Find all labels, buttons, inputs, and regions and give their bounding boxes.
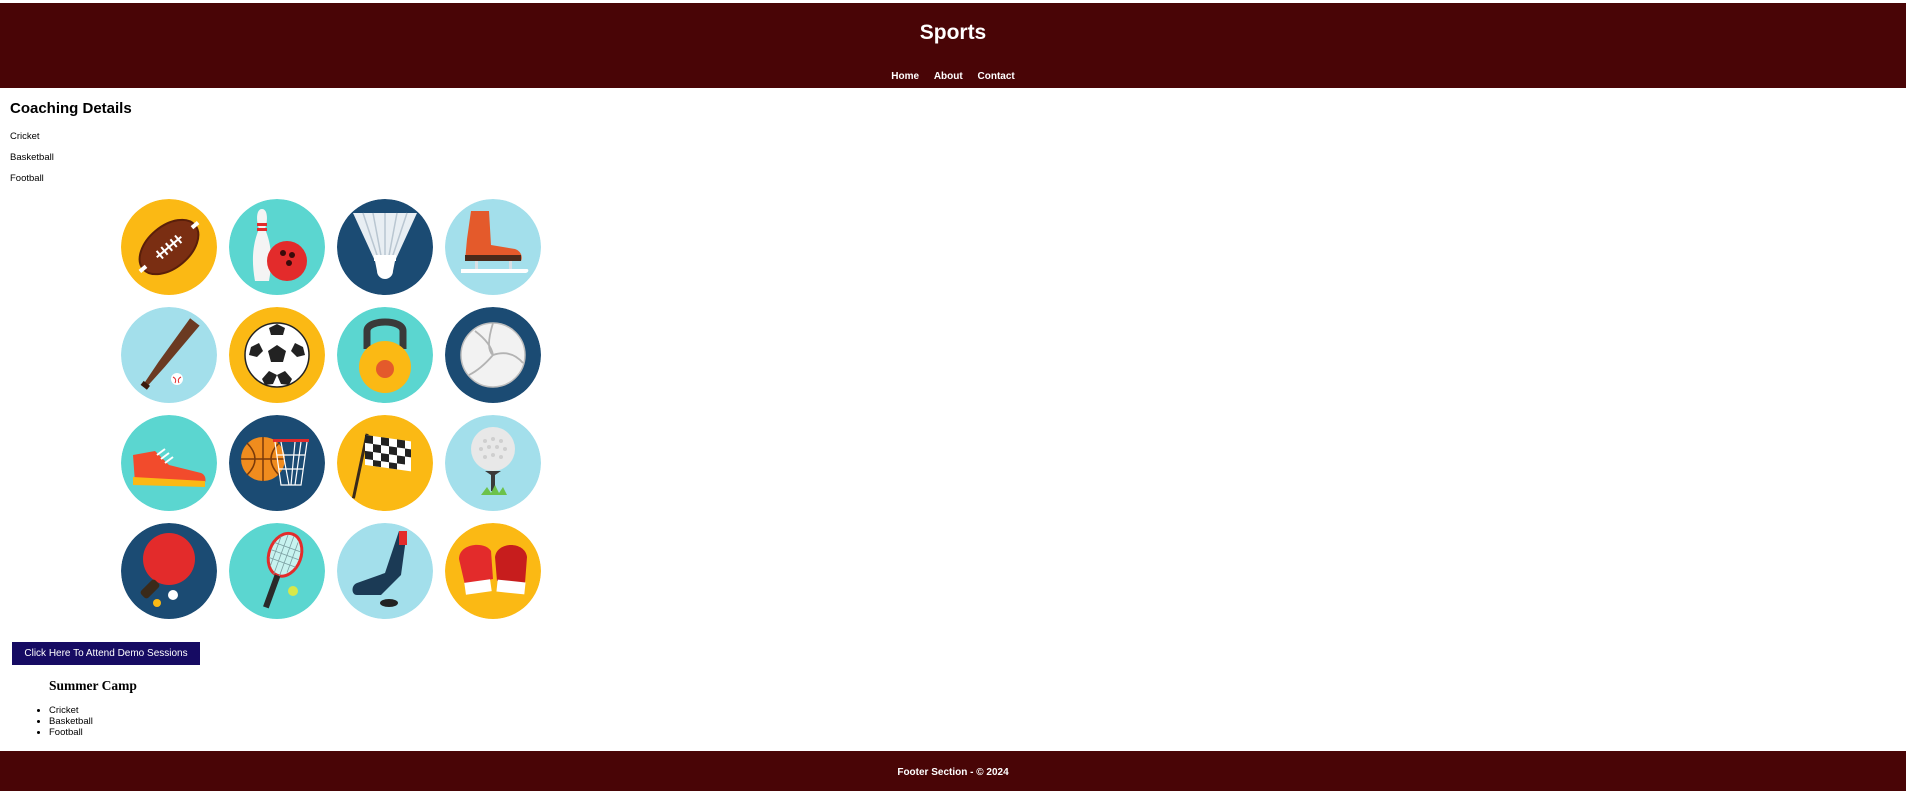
camp-item-football: Football [49, 727, 93, 738]
site-title: Sports [919, 21, 987, 44]
american-football-icon [121, 199, 217, 295]
boxing-gloves-icon [445, 523, 541, 619]
ping-pong-icon [121, 523, 217, 619]
sneaker-icon [121, 415, 217, 511]
coaching-item-football: Football [10, 173, 44, 184]
volleyball-icon [445, 307, 541, 403]
attend-demo-sessions-button[interactable]: Click Here To Attend Demo Sessions [12, 642, 200, 665]
kettlebell-icon [337, 307, 433, 403]
tennis-racket-icon [229, 523, 325, 619]
main-nav: Home About Contact [0, 71, 1906, 82]
coaching-details-heading: Coaching Details [10, 100, 132, 117]
ice-skate-icon [445, 199, 541, 295]
nav-contact-link[interactable]: Contact [978, 71, 1015, 82]
nav-about-link[interactable]: About [934, 71, 963, 82]
camp-item-basketball: Basketball [49, 716, 93, 727]
summer-camp-list: Cricket Basketball Football [49, 705, 93, 738]
hockey-stick-icon [337, 523, 433, 619]
nav-home-link[interactable]: Home [891, 71, 919, 82]
checkered-flag-icon [337, 415, 433, 511]
basketball-hoop-icon [229, 415, 325, 511]
site-header: Sports Home About Contact [0, 3, 1906, 88]
summer-camp-heading: Summer Camp [49, 678, 137, 693]
camp-item-cricket: Cricket [49, 705, 93, 716]
bowling-icon [229, 199, 325, 295]
soccer-ball-icon [229, 307, 325, 403]
page: Sports Home About Contact Coaching Detai… [0, 0, 1906, 807]
coaching-item-cricket: Cricket [10, 131, 40, 142]
site-footer: Footer Section - © 2024 [0, 751, 1906, 791]
shuttlecock-icon [337, 199, 433, 295]
coaching-item-basketball: Basketball [10, 152, 54, 163]
golf-ball-icon [445, 415, 541, 511]
baseball-bat-icon [121, 307, 217, 403]
